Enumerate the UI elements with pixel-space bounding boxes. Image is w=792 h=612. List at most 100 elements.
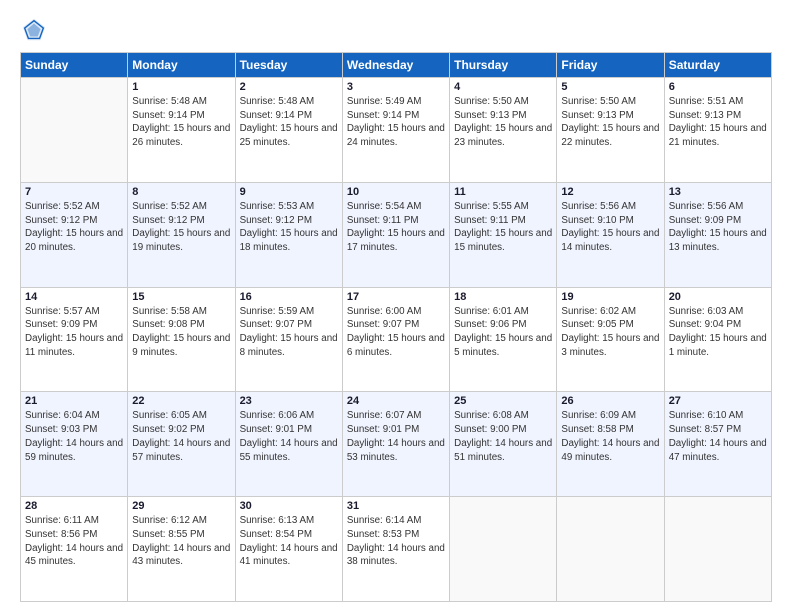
day-info: Sunrise: 6:14 AMSunset: 8:53 PMDaylight:… [347,514,445,569]
weekday-header-wednesday: Wednesday [342,53,449,78]
day-number: 9 [240,186,338,198]
day-info: Sunrise: 6:02 AMSunset: 9:05 PMDaylight:… [561,305,659,360]
day-number: 31 [347,500,445,512]
day-info: Sunrise: 6:00 AMSunset: 9:07 PMDaylight:… [347,305,445,360]
calendar-cell: 12 Sunrise: 5:56 AMSunset: 9:10 PMDayligh… [557,182,664,287]
header [20,16,772,44]
day-info: Sunrise: 6:12 AMSunset: 8:55 PMDaylight:… [132,514,230,569]
day-info: Sunrise: 6:04 AMSunset: 9:03 PMDaylight:… [25,409,123,464]
week-row-1: 1 Sunrise: 5:48 AMSunset: 9:14 PMDaylight… [21,78,772,183]
day-number: 2 [240,81,338,93]
calendar-cell: 13Sunrise: 5:56 AMSunset: 9:09 PMDayligh… [664,182,771,287]
day-info: Sunrise: 5:48 AMSunset: 9:14 PMDaylight:… [240,95,338,150]
calendar-cell: 10 Sunrise: 5:54 AMSunset: 9:11 PMDayligh… [342,182,449,287]
day-number: 24 [347,395,445,407]
day-info: Sunrise: 6:10 AMSunset: 8:57 PMDaylight:… [669,409,767,464]
day-number: 23 [240,395,338,407]
day-number: 26 [561,395,659,407]
day-info: Sunrise: 5:52 AMSunset: 9:12 PMDaylight:… [25,200,123,255]
day-info: Sunrise: 6:13 AMSunset: 8:54 PMDaylight:… [240,514,338,569]
day-info: Sunrise: 5:59 AMSunset: 9:07 PMDaylight:… [240,305,338,360]
calendar-cell: 24 Sunrise: 6:07 AMSunset: 9:01 PMDayligh… [342,392,449,497]
day-info: Sunrise: 6:05 AMSunset: 9:02 PMDaylight:… [132,409,230,464]
day-number: 8 [132,186,230,198]
weekday-header-thursday: Thursday [450,53,557,78]
day-number: 30 [240,500,338,512]
day-info: Sunrise: 5:54 AMSunset: 9:11 PMDaylight:… [347,200,445,255]
day-number: 27 [669,395,767,407]
day-number: 4 [454,81,552,93]
calendar-cell: 19 Sunrise: 6:02 AMSunset: 9:05 PMDayligh… [557,287,664,392]
day-info: Sunrise: 6:11 AMSunset: 8:56 PMDaylight:… [25,514,123,569]
day-info: Sunrise: 5:52 AMSunset: 9:12 PMDaylight:… [132,200,230,255]
day-info: Sunrise: 5:49 AMSunset: 9:14 PMDaylight:… [347,95,445,150]
calendar-cell: 26 Sunrise: 6:09 AMSunset: 8:58 PMDayligh… [557,392,664,497]
day-info: Sunrise: 6:06 AMSunset: 9:01 PMDaylight:… [240,409,338,464]
day-info: Sunrise: 5:57 AMSunset: 9:09 PMDaylight:… [25,305,123,360]
calendar-cell: 20Sunrise: 6:03 AMSunset: 9:04 PMDayligh… [664,287,771,392]
day-info: Sunrise: 5:55 AMSunset: 9:11 PMDaylight:… [454,200,552,255]
calendar-cell: 8 Sunrise: 5:52 AMSunset: 9:12 PMDaylight… [128,182,235,287]
calendar-cell: 16 Sunrise: 5:59 AMSunset: 9:07 PMDayligh… [235,287,342,392]
weekday-header-saturday: Saturday [664,53,771,78]
calendar-page: SundayMondayTuesdayWednesdayThursdayFrid… [0,0,792,612]
day-info: Sunrise: 5:58 AMSunset: 9:08 PMDaylight:… [132,305,230,360]
day-number: 25 [454,395,552,407]
calendar-cell [557,497,664,602]
day-number: 28 [25,500,123,512]
day-number: 10 [347,186,445,198]
day-number: 17 [347,291,445,303]
calendar-cell [664,497,771,602]
calendar-cell: 18 Sunrise: 6:01 AMSunset: 9:06 PMDayligh… [450,287,557,392]
calendar-cell: 3 Sunrise: 5:49 AMSunset: 9:14 PMDaylight… [342,78,449,183]
day-info: Sunrise: 6:03 AMSunset: 9:04 PMDaylight:… [669,305,767,360]
day-number: 14 [25,291,123,303]
calendar-cell [21,78,128,183]
logo-icon [20,16,48,44]
week-row-5: 28 Sunrise: 6:11 AMSunset: 8:56 PMDayligh… [21,497,772,602]
day-info: Sunrise: 6:07 AMSunset: 9:01 PMDaylight:… [347,409,445,464]
calendar-cell: 25 Sunrise: 6:08 AMSunset: 9:00 PMDayligh… [450,392,557,497]
weekday-header-sunday: Sunday [21,53,128,78]
logo [20,16,52,44]
week-row-2: 7 Sunrise: 5:52 AMSunset: 9:12 PMDaylight… [21,182,772,287]
day-number: 1 [132,81,230,93]
day-info: Sunrise: 5:56 AMSunset: 9:10 PMDaylight:… [561,200,659,255]
calendar-cell: 23 Sunrise: 6:06 AMSunset: 9:01 PMDayligh… [235,392,342,497]
calendar-cell: 11 Sunrise: 5:55 AMSunset: 9:11 PMDayligh… [450,182,557,287]
day-info: Sunrise: 5:50 AMSunset: 9:13 PMDaylight:… [454,95,552,150]
day-number: 29 [132,500,230,512]
day-number: 12 [561,186,659,198]
day-info: Sunrise: 5:51 AMSunset: 9:13 PMDaylight:… [669,95,767,150]
calendar-cell: 1 Sunrise: 5:48 AMSunset: 9:14 PMDaylight… [128,78,235,183]
calendar-cell: 5Sunrise: 5:50 AMSunset: 9:13 PMDaylight… [557,78,664,183]
day-number: 15 [132,291,230,303]
calendar-cell: 27 Sunrise: 6:10 AMSunset: 8:57 PMDayligh… [664,392,771,497]
calendar-cell: 4 Sunrise: 5:50 AMSunset: 9:13 PMDaylight… [450,78,557,183]
day-number: 11 [454,186,552,198]
day-number: 19 [561,291,659,303]
day-number: 21 [25,395,123,407]
day-number: 7 [25,186,123,198]
calendar-cell: 9 Sunrise: 5:53 AMSunset: 9:12 PMDaylight… [235,182,342,287]
weekday-header-monday: Monday [128,53,235,78]
day-info: Sunrise: 6:01 AMSunset: 9:06 PMDaylight:… [454,305,552,360]
day-number: 22 [132,395,230,407]
calendar-cell: 30 Sunrise: 6:13 AMSunset: 8:54 PMDayligh… [235,497,342,602]
day-info: Sunrise: 5:50 AMSunset: 9:13 PMDaylight:… [561,95,659,150]
day-info: Sunrise: 5:53 AMSunset: 9:12 PMDaylight:… [240,200,338,255]
calendar-cell: 15 Sunrise: 5:58 AMSunset: 9:08 PMDayligh… [128,287,235,392]
calendar-cell: 21 Sunrise: 6:04 AMSunset: 9:03 PMDayligh… [21,392,128,497]
day-number: 6 [669,81,767,93]
day-number: 3 [347,81,445,93]
day-info: Sunrise: 6:09 AMSunset: 8:58 PMDaylight:… [561,409,659,464]
day-info: Sunrise: 5:48 AMSunset: 9:14 PMDaylight:… [132,95,230,150]
weekday-header-tuesday: Tuesday [235,53,342,78]
week-row-4: 21 Sunrise: 6:04 AMSunset: 9:03 PMDayligh… [21,392,772,497]
day-number: 16 [240,291,338,303]
week-row-3: 14 Sunrise: 5:57 AMSunset: 9:09 PMDayligh… [21,287,772,392]
weekday-header-friday: Friday [557,53,664,78]
day-info: Sunrise: 6:08 AMSunset: 9:00 PMDaylight:… [454,409,552,464]
day-number: 18 [454,291,552,303]
calendar-cell [450,497,557,602]
